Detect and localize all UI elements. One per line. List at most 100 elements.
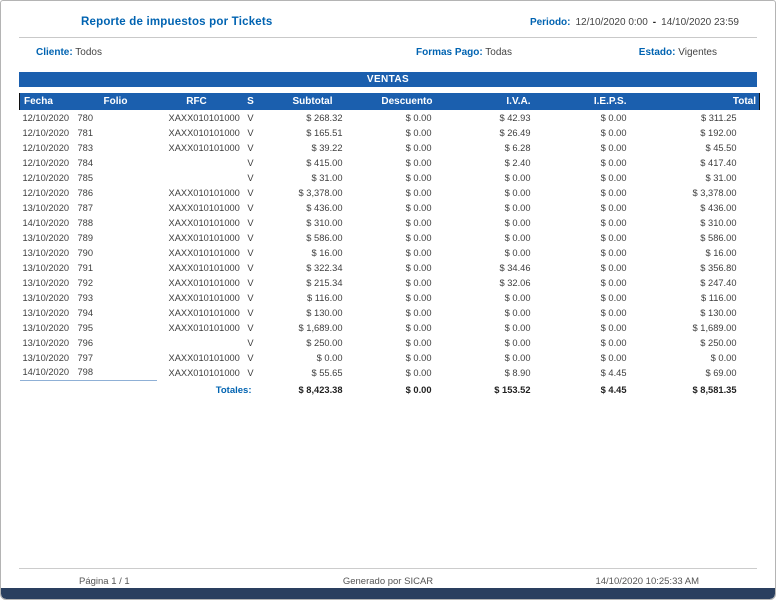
table-row: 13/10/2020 794 XAXX010101000 V $ 130.00 $ 0.0… bbox=[20, 305, 760, 320]
cell-s: V bbox=[247, 127, 254, 138]
cell-s: V bbox=[247, 262, 254, 273]
filter-cliente: Cliente: Todos bbox=[36, 47, 102, 58]
cell-total: $ 586.00 bbox=[700, 232, 737, 243]
cell-total: $ 0.00 bbox=[710, 352, 737, 363]
tax-report-table: Fecha Folio RFC S Subtotal Descuento I.V… bbox=[19, 93, 760, 400]
cell-s: V bbox=[247, 307, 254, 318]
cell-descuento: $ 0.00 bbox=[405, 127, 432, 138]
cell-s: V bbox=[247, 172, 254, 183]
cell-s: V bbox=[247, 202, 254, 213]
cell-descuento: $ 0.00 bbox=[405, 142, 432, 153]
cell-ieps: $ 0.00 bbox=[600, 307, 627, 318]
cell-ieps: $ 0.00 bbox=[600, 262, 627, 273]
cell-total: $ 16.00 bbox=[705, 247, 737, 258]
cell-fecha: 14/10/2020 bbox=[22, 217, 70, 228]
cell-folio: 792 bbox=[77, 277, 94, 288]
cell-ieps: $ 0.00 bbox=[600, 187, 627, 198]
cell-rfc: XAXX010101000 bbox=[168, 247, 240, 258]
cell-rfc: XAXX010101000 bbox=[168, 142, 240, 153]
cell-descuento: $ 0.00 bbox=[405, 247, 432, 258]
cell-iva: $ 26.49 bbox=[499, 127, 531, 138]
cell-descuento: $ 0.00 bbox=[405, 307, 432, 318]
cell-iva: $ 2.40 bbox=[504, 157, 531, 168]
cell-fecha: 13/10/2020 bbox=[22, 337, 70, 348]
cell-total: $ 1,689.00 bbox=[692, 322, 737, 333]
column-header-total: Total bbox=[629, 93, 760, 110]
table-row: 12/10/2020 786 XAXX010101000 V $ 3,378.00 $ 0… bbox=[20, 185, 760, 200]
cell-s: V bbox=[247, 232, 254, 243]
cell-subtotal: $ 322.34 bbox=[306, 262, 343, 273]
section-ventas-bar: VENTAS bbox=[19, 72, 757, 87]
table-row: 12/10/2020 783 XAXX010101000 V $ 39.22 $ 0.00… bbox=[20, 140, 760, 155]
cell-s: V bbox=[247, 292, 254, 303]
cell-fecha: 13/10/2020 bbox=[22, 247, 70, 258]
cell-total: $ 356.80 bbox=[700, 262, 737, 273]
cell-s: V bbox=[247, 322, 254, 333]
column-header-iva: I.V.A. bbox=[436, 93, 534, 110]
table-row: 13/10/2020 795 XAXX010101000 V $ 1,689.00 $ 0… bbox=[20, 320, 760, 335]
cell-subtotal: $ 31.00 bbox=[311, 172, 343, 183]
column-header-fecha: Fecha bbox=[19, 93, 75, 110]
cell-subtotal: $ 415.00 bbox=[306, 157, 343, 168]
cell-s: V bbox=[247, 337, 254, 348]
cell-ieps: $ 0.00 bbox=[600, 292, 627, 303]
totals-row: Totales: $ 8,423.38 $ 0.00 $ 153.52 $ 4.… bbox=[19, 379, 760, 400]
cell-ieps: $ 0.00 bbox=[600, 277, 627, 288]
cell-s: V bbox=[247, 112, 254, 123]
cell-folio: 786 bbox=[77, 187, 94, 198]
cell-iva: $ 0.00 bbox=[504, 322, 531, 333]
cell-descuento: $ 0.00 bbox=[405, 217, 432, 228]
formas-pago-value: Todas bbox=[485, 47, 512, 58]
table-row: 14/10/2020 798 XAXX010101000 V $ 55.65 $ 0.00… bbox=[20, 365, 760, 380]
cell-subtotal: $ 1,689.00 bbox=[298, 322, 343, 333]
periodo-dash: - bbox=[652, 17, 657, 28]
cell-iva: $ 0.00 bbox=[504, 337, 531, 348]
report-window: Reporte de impuestos por Tickets Periodo… bbox=[0, 0, 776, 600]
cell-ieps: $ 0.00 bbox=[600, 352, 627, 363]
cell-rfc: XAXX010101000 bbox=[168, 112, 240, 123]
cell-ieps: $ 4.45 bbox=[600, 367, 627, 378]
totals-label: Totales: bbox=[215, 384, 252, 396]
cell-subtotal: $ 116.00 bbox=[307, 292, 343, 303]
table-body: 12/10/2020 780 XAXX010101000 V $ 268.32 $ 0.0… bbox=[19, 110, 760, 400]
column-header-rfc: RFC bbox=[156, 93, 237, 110]
generated-by: Generado por SICAR bbox=[342, 576, 434, 587]
cell-total: $ 116.00 bbox=[701, 292, 737, 303]
page-number: Página 1 / 1 bbox=[79, 576, 130, 587]
cell-descuento: $ 0.00 bbox=[405, 112, 432, 123]
totals-descuento: $ 0.00 bbox=[405, 385, 432, 395]
cell-ieps: $ 0.00 bbox=[600, 232, 627, 243]
cliente-label: Cliente: bbox=[36, 47, 73, 58]
periodo-from: 12/10/2020 0:00 bbox=[575, 17, 648, 28]
table-row: 13/10/2020 791 XAXX010101000 V $ 322.34 $ 0.0… bbox=[20, 260, 760, 275]
cell-descuento: $ 0.00 bbox=[405, 157, 432, 168]
totals-ieps: $ 4.45 bbox=[600, 385, 627, 395]
cell-folio: 780 bbox=[77, 112, 94, 123]
cell-fecha: 13/10/2020 bbox=[22, 307, 70, 318]
column-header-folio: Folio bbox=[74, 93, 157, 110]
cliente-value: Todos bbox=[75, 47, 102, 58]
cell-iva: $ 0.00 bbox=[504, 202, 531, 213]
cell-total: $ 69.00 bbox=[705, 367, 737, 378]
cell-folio: 793 bbox=[77, 292, 94, 303]
cell-total: $ 45.50 bbox=[705, 142, 737, 153]
table-row: 13/10/2020 796 V $ 250.00 $ 0.00 $ 0.00 $ 0.00… bbox=[20, 335, 760, 350]
column-header-ieps: I.E.P.S. bbox=[533, 93, 630, 110]
cell-folio: 790 bbox=[77, 247, 94, 258]
window-bottom-bar bbox=[1, 588, 775, 599]
cell-subtotal: $ 165.51 bbox=[306, 127, 343, 138]
cell-descuento: $ 0.00 bbox=[405, 367, 432, 378]
cell-total: $ 310.00 bbox=[700, 217, 737, 228]
cell-folio: 789 bbox=[77, 232, 94, 243]
periodo-label: Periodo: bbox=[529, 17, 571, 28]
column-header-descuento: Descuento bbox=[346, 93, 437, 110]
totals-iva: $ 153.52 bbox=[494, 385, 531, 395]
table-row: 13/10/2020 787 XAXX010101000 V $ 436.00 $ 0.0… bbox=[20, 200, 760, 215]
cell-s: V bbox=[247, 367, 254, 378]
totals-subtotal: $ 8,423.38 bbox=[298, 385, 343, 395]
table-row: 13/10/2020 790 XAXX010101000 V $ 16.00 $ 0.00… bbox=[20, 245, 760, 260]
column-header-subtotal: Subtotal bbox=[264, 93, 347, 110]
cell-rfc: XAXX010101000 bbox=[168, 127, 240, 138]
cell-rfc: XAXX010101000 bbox=[168, 352, 240, 363]
cell-descuento: $ 0.00 bbox=[405, 292, 432, 303]
